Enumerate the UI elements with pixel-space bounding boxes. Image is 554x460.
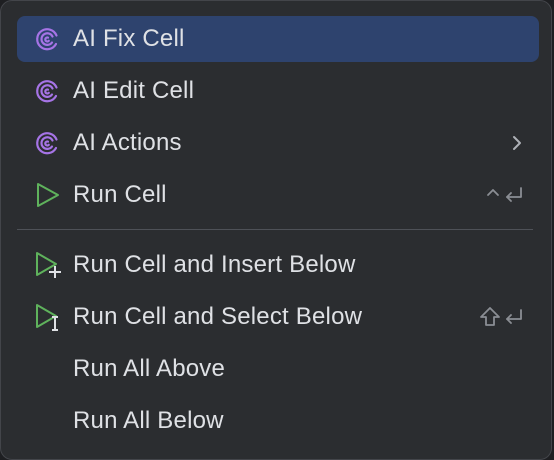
menu-item-ai-actions[interactable]: AI Actions: [17, 120, 539, 166]
ai-spiral-icon: [33, 128, 63, 158]
menu-item-label: Run Cell and Select Below: [73, 303, 363, 330]
context-menu: AI Fix Cell AI Edit Cell AI Actions Run …: [0, 0, 552, 460]
chevron-right-icon: [509, 133, 525, 153]
menu-item-run-cell[interactable]: Run Cell: [17, 172, 539, 218]
ai-spiral-icon: [33, 24, 63, 54]
menu-item-label: AI Edit Cell: [73, 77, 195, 104]
ai-spiral-icon: [33, 76, 63, 106]
menu-item-run-all-above[interactable]: Run All Above: [17, 346, 539, 392]
menu-separator: [17, 229, 533, 230]
menu-item-run-all-below[interactable]: Run All Below: [17, 398, 539, 444]
menu-item-ai-edit-cell[interactable]: AI Edit Cell: [17, 68, 539, 114]
menu-item-label: AI Actions: [73, 129, 182, 156]
keyboard-shortcut: [479, 306, 525, 328]
keyboard-shortcut: [485, 185, 525, 205]
run-insert-icon: [33, 250, 63, 280]
menu-item-ai-fix-cell[interactable]: AI Fix Cell: [17, 16, 539, 62]
run-icon: [33, 180, 63, 210]
menu-item-label: Run Cell and Insert Below: [73, 251, 356, 278]
return-key-icon: [506, 309, 522, 324]
return-key-icon: [506, 187, 522, 202]
menu-item-run-cell-select-below[interactable]: Run Cell and Select Below: [17, 294, 539, 340]
menu-item-label: Run All Below: [73, 407, 224, 434]
shift-key-icon: [480, 307, 500, 326]
run-select-icon: [33, 302, 63, 332]
menu-item-label: Run All Above: [73, 355, 226, 382]
menu-item-label: Run Cell: [73, 181, 167, 208]
control-key-icon: [487, 189, 499, 196]
menu-item-run-cell-insert-below[interactable]: Run Cell and Insert Below: [17, 242, 539, 288]
menu-item-label: AI Fix Cell: [73, 25, 185, 52]
